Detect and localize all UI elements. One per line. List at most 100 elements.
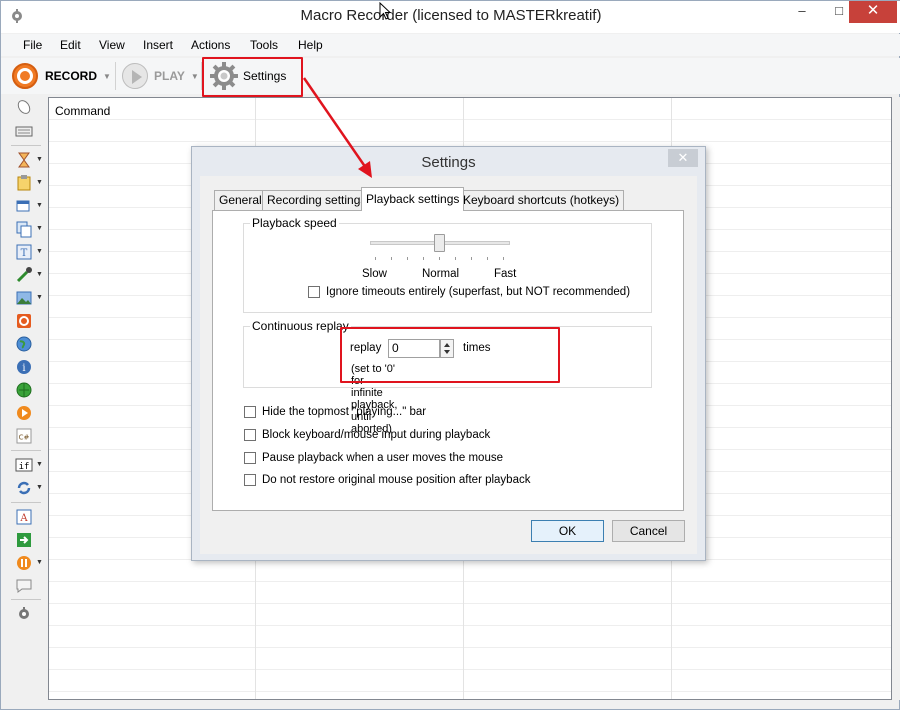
continuous-replay-label: Continuous replay xyxy=(250,319,351,333)
dropdown-arrow-icon[interactable]: ▼ xyxy=(36,225,43,232)
clipboard-icon[interactable] xyxy=(15,174,33,192)
sidebar-separator xyxy=(11,599,41,600)
dropdown-arrow-icon[interactable]: ▼ xyxy=(36,202,43,209)
window-title: Macro Recorder (licensed to MASTERkreati… xyxy=(300,7,602,24)
if-condition-icon[interactable]: if xyxy=(15,456,33,474)
globe-icon[interactable] xyxy=(15,335,33,353)
replay-highlight-box xyxy=(340,327,560,383)
copy-icon[interactable] xyxy=(15,220,33,238)
hide-playing-bar-checkbox[interactable] xyxy=(244,406,256,418)
mouse-cursor-icon xyxy=(379,2,391,20)
record-icon xyxy=(12,63,38,89)
csharp-icon[interactable]: C# xyxy=(15,427,33,445)
slider-tick xyxy=(487,257,488,260)
window-icon[interactable] xyxy=(15,197,33,215)
vertical-scrollbar[interactable] xyxy=(892,97,900,700)
image-icon[interactable] xyxy=(15,289,33,307)
ignore-timeouts-checkbox[interactable] xyxy=(308,286,320,298)
info-icon[interactable]: i xyxy=(15,358,33,376)
earth-icon[interactable] xyxy=(15,381,33,399)
run-icon[interactable] xyxy=(15,404,33,422)
text-icon[interactable]: T xyxy=(15,243,33,261)
pause-on-mouse-option[interactable]: Pause playback when a user moves the mou… xyxy=(244,452,503,464)
play-icon xyxy=(122,63,148,89)
slider-tick xyxy=(471,257,472,260)
no-restore-mouse-checkbox[interactable] xyxy=(244,474,256,486)
sidebar-separator xyxy=(11,145,41,146)
dropdown-arrow-icon[interactable]: ▼ xyxy=(36,179,43,186)
tab-recording-settings[interactable]: Recording settings xyxy=(262,190,372,210)
record-button[interactable]: RECORD ▼ xyxy=(12,60,111,92)
menu-tools[interactable]: Tools xyxy=(250,38,278,52)
toolbar: RECORD ▼ PLAY ▼ Settings xyxy=(1,58,900,94)
ok-button[interactable]: OK xyxy=(531,520,604,542)
speed-slow-label: Slow xyxy=(362,268,387,280)
ignore-timeouts-option[interactable]: Ignore timeouts entirely (superfast, but… xyxy=(308,286,630,298)
menu-view[interactable]: View xyxy=(99,38,125,52)
record-label: RECORD xyxy=(45,69,98,83)
slider-tick xyxy=(391,257,392,260)
slider-tick xyxy=(439,257,440,260)
block-input-checkbox[interactable] xyxy=(244,429,256,441)
tab-keyboard-shortcuts[interactable]: Keyboard shortcuts (hotkeys) xyxy=(458,190,625,210)
mouse-icon[interactable] xyxy=(15,98,33,116)
dropdown-arrow-icon[interactable]: ▼ xyxy=(36,156,43,163)
hide-playing-bar-option[interactable]: Hide the topmost "playing..." bar xyxy=(244,406,426,418)
toolbar-separator xyxy=(115,62,116,90)
loop-icon[interactable] xyxy=(15,479,33,497)
menu-bar: File Edit View Insert Actions Tools Help xyxy=(1,34,900,56)
pause-on-mouse-label: Pause playback when a user moves the mou… xyxy=(262,452,503,464)
svg-text:A: A xyxy=(19,513,28,524)
dialog-close-button[interactable]: ✕ xyxy=(668,149,698,167)
speed-slider-thumb[interactable] xyxy=(434,234,445,252)
pause-icon[interactable] xyxy=(15,554,33,572)
menu-actions[interactable]: Actions xyxy=(191,38,230,52)
dropdown-arrow-icon[interactable]: ▼ xyxy=(36,484,43,491)
play-dropdown-icon[interactable]: ▼ xyxy=(191,72,199,81)
tab-general[interactable]: General xyxy=(214,190,267,210)
ignore-timeouts-label: Ignore timeouts entirely (superfast, but… xyxy=(326,286,631,298)
menu-file[interactable]: File xyxy=(23,38,42,52)
keyboard-icon[interactable] xyxy=(15,122,33,140)
record-dropdown-icon[interactable]: ▼ xyxy=(103,72,111,81)
goto-icon[interactable] xyxy=(15,531,33,549)
dropdown-arrow-icon[interactable]: ▼ xyxy=(36,271,43,278)
menu-insert[interactable]: Insert xyxy=(143,38,173,52)
slider-tick xyxy=(455,257,456,260)
block-input-option[interactable]: Block keyboard/mouse input during playba… xyxy=(244,429,490,441)
record-action-icon[interactable] xyxy=(15,312,33,330)
action-sidebar: ▼ ▼ ▼ ▼ T ▼ ▼ ▼ i C# if ▼ ▼ A ▼ xyxy=(1,94,47,704)
gear-icon[interactable] xyxy=(15,605,33,623)
no-restore-mouse-label: Do not restore original mouse position a… xyxy=(262,474,531,486)
playback-speed-label: Playback speed xyxy=(250,216,339,230)
dropdown-arrow-icon[interactable]: ▼ xyxy=(36,559,43,566)
dropdown-arrow-icon[interactable]: ▼ xyxy=(36,248,43,255)
block-input-label: Block keyboard/mouse input during playba… xyxy=(262,429,491,441)
close-window-button[interactable]: ✕ xyxy=(849,1,897,23)
tab-playback-settings[interactable]: Playback settings xyxy=(361,187,465,211)
cancel-button[interactable]: Cancel xyxy=(612,520,685,542)
title-bar: Macro Recorder (licensed to MASTERkreati… xyxy=(1,1,900,33)
play-label: PLAY xyxy=(154,69,185,83)
hide-playing-bar-label: Hide the topmost "playing..." bar xyxy=(262,406,427,418)
dropdown-arrow-icon[interactable]: ▼ xyxy=(36,294,43,301)
hourglass-icon[interactable] xyxy=(15,151,33,169)
menu-edit[interactable]: Edit xyxy=(60,38,81,52)
label-icon[interactable]: A xyxy=(15,508,33,526)
slider-tick xyxy=(407,257,408,260)
pause-on-mouse-checkbox[interactable] xyxy=(244,452,256,464)
eyedropper-icon[interactable] xyxy=(15,266,33,284)
comment-icon[interactable] xyxy=(15,577,33,595)
svg-text:i: i xyxy=(22,363,25,374)
column-header-command[interactable]: Command xyxy=(55,104,110,118)
slider-tick xyxy=(423,257,424,260)
dropdown-arrow-icon[interactable]: ▼ xyxy=(36,461,43,468)
no-restore-mouse-option[interactable]: Do not restore original mouse position a… xyxy=(244,474,530,486)
svg-text:C#: C# xyxy=(19,434,30,442)
slider-tick xyxy=(503,257,504,260)
dialog-title: Settings xyxy=(421,154,476,171)
slider-tick xyxy=(375,257,376,260)
play-button[interactable]: PLAY ▼ xyxy=(122,60,199,92)
sidebar-separator xyxy=(11,502,41,503)
menu-help[interactable]: Help xyxy=(298,38,323,52)
